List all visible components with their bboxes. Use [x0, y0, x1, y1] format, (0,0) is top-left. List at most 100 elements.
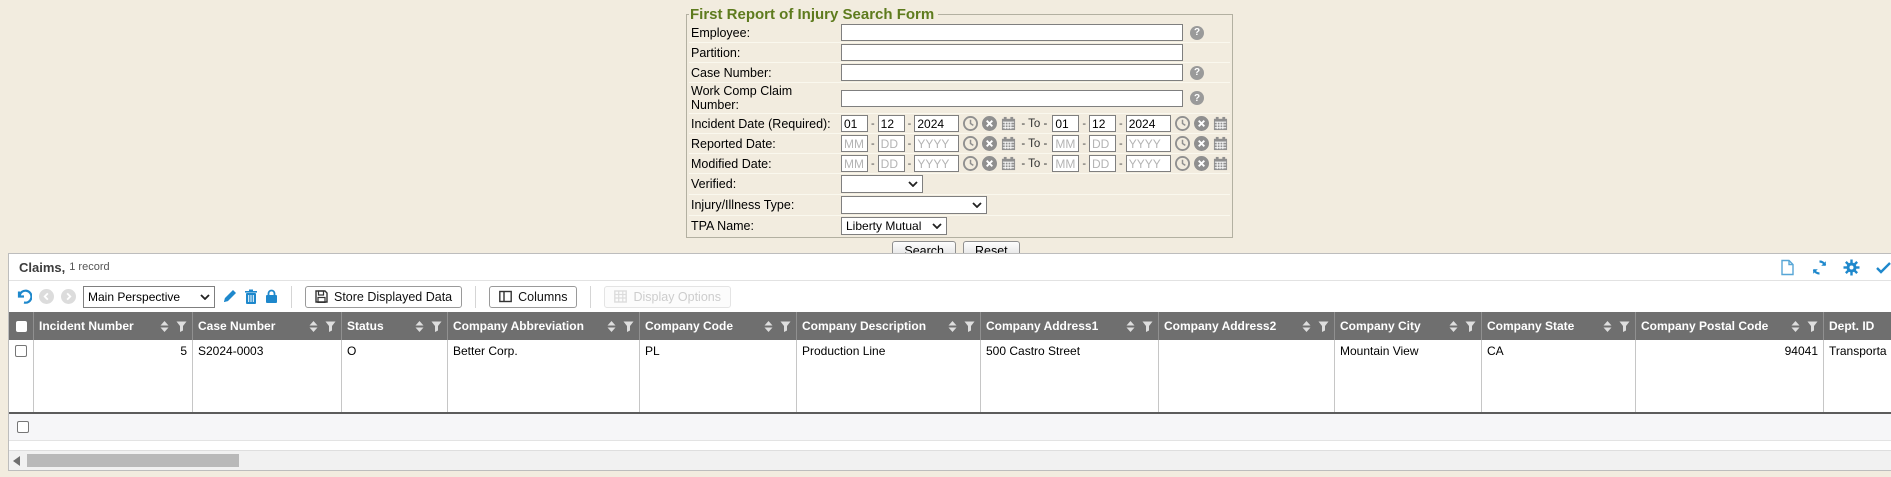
clock-icon[interactable]: [963, 156, 978, 171]
clock-icon[interactable]: [1175, 116, 1190, 131]
calendar-icon[interactable]: [1213, 136, 1228, 151]
clear-date-icon[interactable]: [1194, 156, 1209, 171]
modified-to-month-input[interactable]: [1052, 155, 1079, 172]
column-header-label: Company City: [1340, 319, 1445, 333]
help-icon[interactable]: ?: [1190, 66, 1204, 80]
column-header-company-state[interactable]: Company State: [1482, 312, 1636, 340]
calendar-icon[interactable]: [1213, 156, 1228, 171]
tpa-name-select[interactable]: Liberty Mutual: [841, 217, 947, 235]
clear-date-icon[interactable]: [982, 156, 997, 171]
horizontal-scrollbar[interactable]: [9, 450, 1891, 470]
grid-data-row[interactable]: 5S2024-0003OBetter Corp.PLProduction Lin…: [9, 340, 1891, 414]
reported-from-year-input[interactable]: [914, 135, 959, 152]
scrollbar-thumb[interactable]: [27, 454, 239, 467]
column-header-company-city[interactable]: Company City: [1335, 312, 1482, 340]
clear-date-icon[interactable]: [982, 136, 997, 151]
incident-to-month-input[interactable]: [1052, 115, 1079, 132]
sort-icon[interactable]: [607, 321, 616, 332]
checkmark-icon[interactable]: [1875, 259, 1891, 276]
column-header-status[interactable]: Status: [342, 312, 448, 340]
sort-icon[interactable]: [1791, 321, 1800, 332]
filter-funnel-icon[interactable]: [964, 321, 975, 332]
filter-funnel-icon[interactable]: [325, 321, 336, 332]
scroll-left-arrow-icon[interactable]: [13, 456, 20, 466]
injury-type-select[interactable]: [841, 196, 987, 214]
refresh-icon[interactable]: [1811, 259, 1828, 276]
filter-funnel-icon[interactable]: [780, 321, 791, 332]
delete-trash-icon[interactable]: [244, 289, 258, 304]
sort-icon[interactable]: [1603, 321, 1612, 332]
reported-to-year-input[interactable]: [1126, 135, 1171, 152]
incident-from-year-input[interactable]: [914, 115, 959, 132]
verified-select[interactable]: [841, 175, 923, 193]
filter-funnel-icon[interactable]: [176, 321, 187, 332]
sort-icon[interactable]: [309, 321, 318, 332]
filter-funnel-icon[interactable]: [1142, 321, 1153, 332]
settings-gear-icon[interactable]: [1843, 259, 1860, 276]
sort-icon[interactable]: [1126, 321, 1135, 332]
reported-to-month-input[interactable]: [1052, 135, 1079, 152]
clock-icon[interactable]: [963, 136, 978, 151]
reported-from-day-input[interactable]: [878, 135, 905, 152]
modified-from-day-input[interactable]: [878, 155, 905, 172]
perspective-select[interactable]: Main Perspective: [83, 286, 215, 308]
column-header-dept-id[interactable]: Dept. ID: [1824, 312, 1891, 340]
calendar-icon[interactable]: [1213, 116, 1228, 131]
filter-funnel-icon[interactable]: [1619, 321, 1630, 332]
sort-icon[interactable]: [764, 321, 773, 332]
filter-funnel-icon[interactable]: [431, 321, 442, 332]
incident-from-day-input[interactable]: [878, 115, 905, 132]
lock-icon[interactable]: [265, 289, 278, 304]
filter-funnel-icon[interactable]: [1318, 321, 1329, 332]
clear-date-icon[interactable]: [1194, 116, 1209, 131]
calendar-icon[interactable]: [1001, 136, 1016, 151]
column-header-incident-number[interactable]: Incident Number: [34, 312, 193, 340]
incident-from-month-input[interactable]: [841, 115, 868, 132]
help-icon[interactable]: ?: [1190, 26, 1204, 40]
clock-icon[interactable]: [963, 116, 978, 131]
incident-to-day-input[interactable]: [1089, 115, 1116, 132]
column-header-company-code[interactable]: Company Code: [640, 312, 797, 340]
select-all-checkbox[interactable]: [16, 321, 27, 332]
modified-from-year-input[interactable]: [914, 155, 959, 172]
clock-icon[interactable]: [1175, 136, 1190, 151]
work-comp-input[interactable]: [841, 90, 1183, 107]
footer-checkbox[interactable]: [17, 421, 29, 433]
clock-icon[interactable]: [1175, 156, 1190, 171]
employee-input[interactable]: [841, 24, 1183, 41]
help-icon[interactable]: ?: [1190, 91, 1204, 105]
modified-to-day-input[interactable]: [1089, 155, 1116, 172]
column-header-company-postal-code[interactable]: Company Postal Code: [1636, 312, 1824, 340]
undo-icon[interactable]: [15, 288, 32, 305]
filter-funnel-icon[interactable]: [1807, 321, 1818, 332]
sort-icon[interactable]: [1449, 321, 1458, 332]
incident-to-year-input[interactable]: [1126, 115, 1171, 132]
sort-icon[interactable]: [948, 321, 957, 332]
partition-input[interactable]: [841, 44, 1183, 61]
clear-date-icon[interactable]: [982, 116, 997, 131]
modified-from-month-input[interactable]: [841, 155, 868, 172]
new-document-icon[interactable]: [1779, 259, 1796, 276]
column-header-company-address1[interactable]: Company Address1: [981, 312, 1159, 340]
column-header-company-abbreviation[interactable]: Company Abbreviation: [448, 312, 640, 340]
sort-icon[interactable]: [415, 321, 424, 332]
column-header-company-address2[interactable]: Company Address2: [1159, 312, 1335, 340]
filter-funnel-icon[interactable]: [623, 321, 634, 332]
columns-button[interactable]: Columns: [489, 286, 577, 308]
sort-icon[interactable]: [160, 321, 169, 332]
modified-to-year-input[interactable]: [1126, 155, 1171, 172]
case-number-input[interactable]: [841, 64, 1183, 81]
select-all-header-cell[interactable]: [9, 312, 34, 340]
calendar-icon[interactable]: [1001, 156, 1016, 171]
reported-from-month-input[interactable]: [841, 135, 868, 152]
sort-icon[interactable]: [1302, 321, 1311, 332]
edit-pencil-icon[interactable]: [222, 289, 237, 304]
clear-date-icon[interactable]: [1194, 136, 1209, 151]
reported-to-day-input[interactable]: [1089, 135, 1116, 152]
filter-funnel-icon[interactable]: [1465, 321, 1476, 332]
row-checkbox[interactable]: [15, 345, 27, 357]
column-header-case-number[interactable]: Case Number: [193, 312, 342, 340]
store-displayed-data-button[interactable]: Store Displayed Data: [305, 286, 462, 308]
calendar-icon[interactable]: [1001, 116, 1016, 131]
column-header-company-description[interactable]: Company Description: [797, 312, 981, 340]
